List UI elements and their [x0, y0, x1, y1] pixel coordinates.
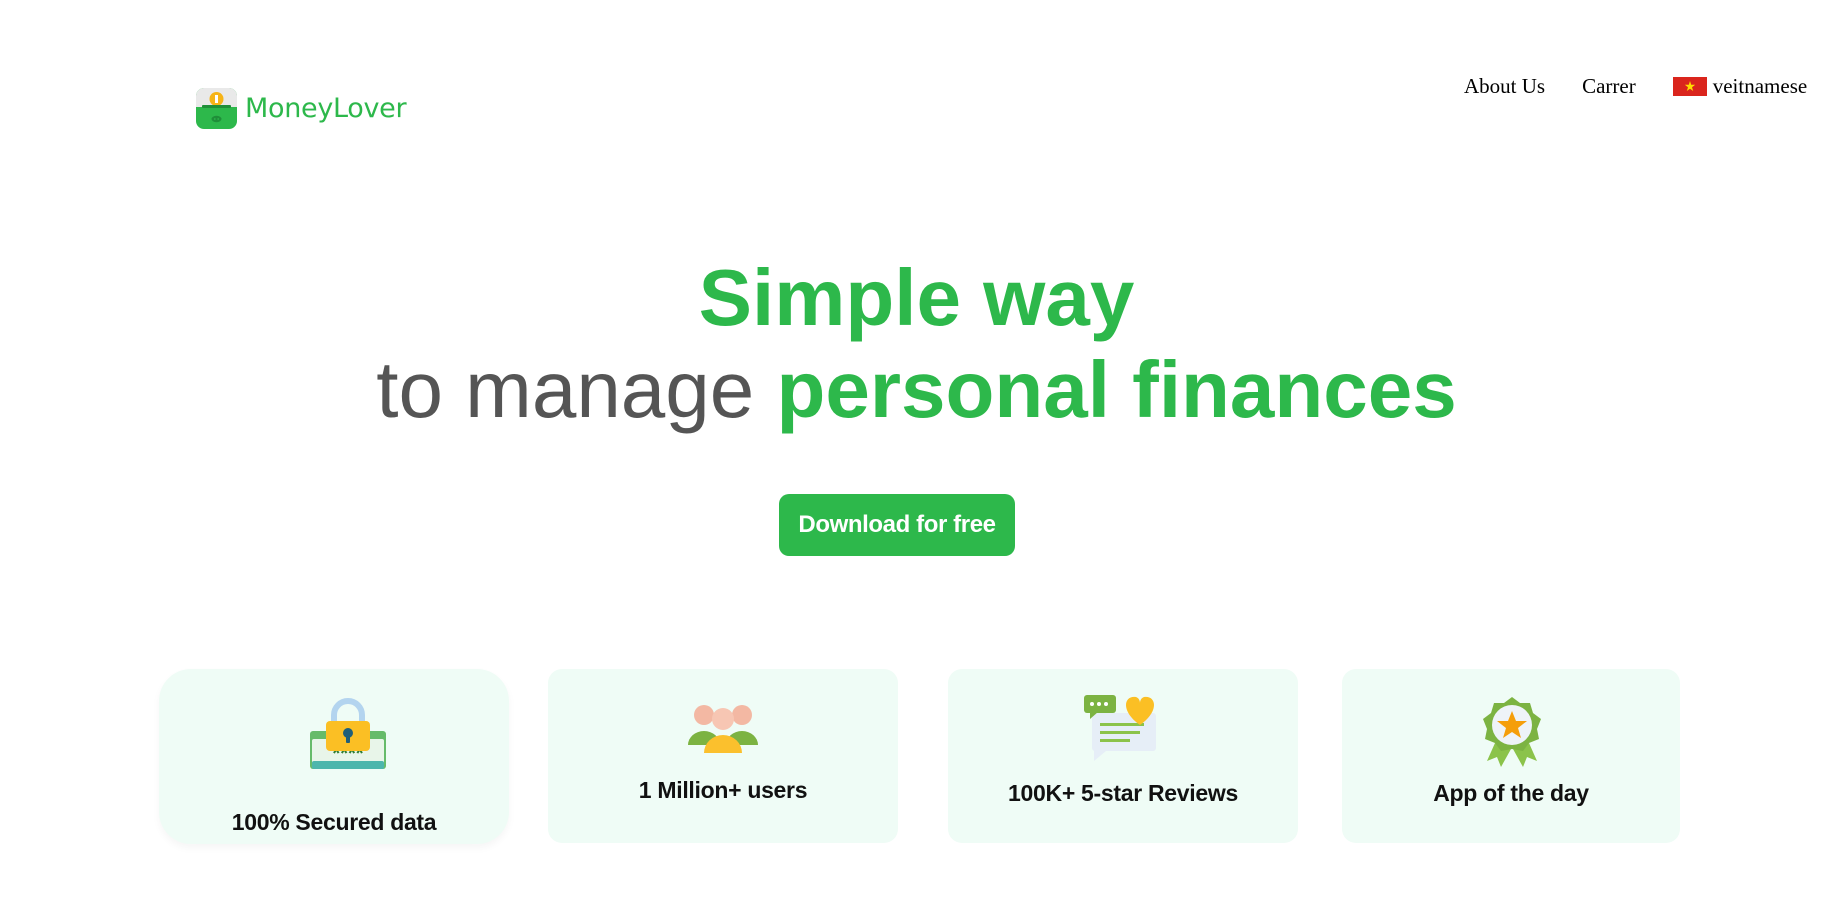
wallet-logo-icon [196, 88, 237, 129]
brand-name: MoneyLover [245, 93, 407, 124]
feature-card-secured: **** 100% Secured data [159, 669, 509, 844]
lock-icon: **** [310, 698, 386, 769]
brand-logo[interactable]: MoneyLover [196, 88, 407, 129]
feature-label: 1 Million+ users [638, 777, 808, 803]
language-label: veitnamese [1712, 74, 1808, 98]
feature-card-users: 1 Million+ users [548, 669, 898, 843]
hero-title-prefix: to manage [376, 345, 777, 434]
hero-title-line1: Simple way [698, 253, 1135, 342]
download-button[interactable]: Download for free [779, 494, 1015, 556]
hero-section: Simple way to manage personal finances [0, 252, 1833, 436]
award-icon [1483, 697, 1541, 767]
vietnam-flag-icon [1672, 77, 1707, 96]
feature-card-award: App of the day [1342, 669, 1680, 843]
top-nav: About Us Carrer veitnamese [1464, 74, 1807, 99]
hero-title-highlight: personal finances [776, 345, 1457, 434]
nav-about-us[interactable]: About Us [1464, 74, 1545, 99]
hero-title-line2: to manage personal finances [0, 344, 1833, 436]
feature-label: App of the day [1433, 780, 1589, 806]
feature-label: 100K+ 5-star Reviews [1008, 780, 1238, 806]
reviews-icon [1084, 695, 1156, 761]
feature-card-reviews: 100K+ 5-star Reviews [948, 669, 1298, 843]
nav-career[interactable]: Carrer [1582, 74, 1636, 99]
feature-label: 100% Secured data [231, 809, 437, 835]
users-icon [688, 705, 758, 753]
language-selector[interactable]: veitnamese [1672, 74, 1808, 99]
